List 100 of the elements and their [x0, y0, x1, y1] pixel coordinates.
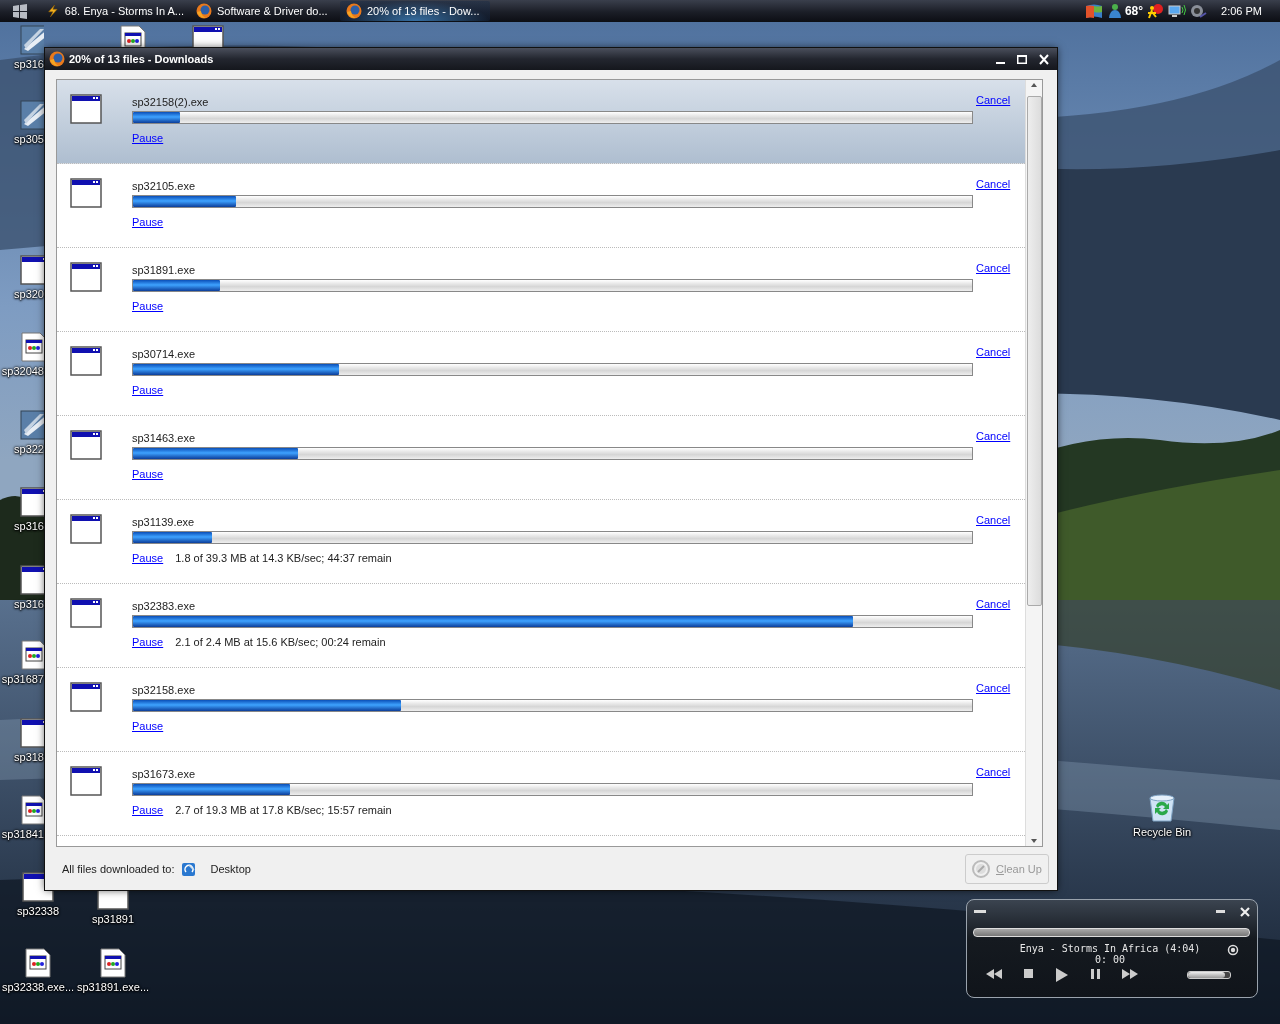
window-icon	[70, 430, 102, 460]
taskbar-button[interactable]: 68. Enya - Storms In A...	[40, 1, 190, 21]
icon-label: sp316	[14, 598, 44, 610]
download-item[interactable]: sp32105.exe Pause Cancel	[57, 164, 1025, 248]
icon-label: sp31891.exe...	[76, 981, 150, 993]
window-icon	[70, 682, 102, 712]
window-icon[interactable]	[20, 718, 44, 748]
browser-icon	[196, 3, 212, 19]
windows-logo-icon	[11, 3, 29, 19]
cancel-link[interactable]: Cancel	[976, 598, 1011, 610]
icon-label: sp322	[14, 443, 44, 455]
document-icon[interactable]	[20, 640, 44, 670]
icon-label: sp305	[14, 133, 44, 145]
play-button[interactable]	[1054, 967, 1070, 983]
file-name: sp32383.exe	[132, 600, 196, 614]
pause-link[interactable]: Pause	[132, 636, 164, 648]
pause-link[interactable]: Pause	[132, 468, 164, 480]
document-icon[interactable]	[24, 948, 52, 978]
file-name: sp31463.exe	[132, 432, 196, 446]
cancel-link[interactable]: Cancel	[976, 94, 1011, 106]
setup-icon[interactable]	[20, 410, 44, 440]
download-status: 2.7 of 19.3 MB at 17.8 KB/sec; 15:57 remain	[175, 804, 392, 816]
network-icon	[1167, 3, 1188, 19]
taskbar-button[interactable]: 20% of 13 files - Dow...	[340, 1, 490, 21]
cancel-link[interactable]: Cancel	[976, 514, 1011, 526]
clock-text: 2:06 PM	[1221, 5, 1262, 17]
close-button[interactable]	[1239, 906, 1251, 918]
flag-icon	[1084, 3, 1103, 19]
pause-link[interactable]: Pause	[132, 720, 164, 732]
taskbar-button[interactable]: Software & Driver do...	[190, 1, 340, 21]
download-item[interactable]: sp31463.exe Pause Cancel	[57, 416, 1025, 500]
window-title: 20% of 13 files - Downloads	[69, 53, 215, 65]
minimize-icon	[1215, 909, 1227, 915]
volume-slider[interactable]	[1187, 971, 1231, 979]
minimize-button[interactable]	[1215, 909, 1227, 915]
cancel-link[interactable]: Cancel	[976, 766, 1011, 778]
download-item[interactable]: sp32158(2).exe Pause Cancel	[57, 80, 1025, 164]
window-icon	[70, 346, 102, 376]
window-icon	[70, 766, 102, 796]
close-icon	[1239, 906, 1251, 918]
window-icon	[70, 514, 102, 544]
scroll-thumb[interactable]	[1026, 96, 1042, 606]
minimize-button[interactable]	[973, 909, 987, 915]
window-icon	[70, 94, 102, 124]
cancel-link[interactable]: Cancel	[976, 430, 1011, 442]
pause-link[interactable]: Pause	[132, 300, 164, 312]
file-name: sp32105.exe	[132, 180, 196, 194]
icon-label: sp31891	[91, 913, 135, 925]
pause-link[interactable]: Pause	[132, 552, 164, 564]
document-icon[interactable]	[20, 795, 44, 825]
pause-link[interactable]: Pause	[132, 384, 164, 396]
track-title: Enya - Storms In Africa (4:04)	[1019, 943, 1201, 954]
icon-label: sp320	[14, 288, 44, 300]
icon-label: sp316	[14, 520, 44, 532]
window-icon[interactable]	[20, 255, 44, 285]
download-item[interactable]: sp31891.exe Pause Cancel	[57, 248, 1025, 332]
cancel-link[interactable]: Cancel	[976, 682, 1011, 694]
setup-icon[interactable]	[20, 25, 44, 55]
icon-label: sp31841	[1, 828, 44, 840]
maximize-icon	[1017, 54, 1027, 64]
cancel-link[interactable]: Cancel	[976, 178, 1011, 190]
download-item[interactable]: sp32158.exe Pause Cancel	[57, 668, 1025, 752]
download-item[interactable]: sp30714.exe Pause Cancel	[57, 332, 1025, 416]
window-icon	[70, 598, 102, 628]
scrollbar[interactable]	[1025, 80, 1042, 846]
document-icon[interactable]	[99, 948, 127, 978]
browser-icon	[346, 3, 362, 19]
cancel-link[interactable]: Cancel	[976, 262, 1011, 274]
seek-bar[interactable]	[973, 928, 1250, 937]
close-icon	[1039, 53, 1049, 65]
pause-link[interactable]: Pause	[132, 132, 164, 144]
icon-label: sp32338	[16, 905, 60, 917]
play-icon	[1054, 967, 1070, 983]
icon-label: sp32338.exe...	[1, 981, 75, 993]
download-item[interactable]: sp32383.exe Pause 2.1 of 2.4 MB at 15.6 KB/sec; 00:24 remain Cancel	[57, 584, 1025, 668]
setup-icon[interactable]	[20, 100, 44, 130]
minimize-icon	[995, 62, 1005, 64]
document-icon[interactable]	[20, 332, 44, 362]
pause-link[interactable]: Pause	[132, 804, 164, 816]
recycle-bin-icon[interactable]	[1147, 793, 1177, 823]
minimize-icon	[973, 909, 987, 915]
download-item[interactable]: sp31139.exe Pause 1.8 of 39.3 MB at 14.3 KB/sec; 44:37 remain Cancel	[57, 500, 1025, 584]
window-icon	[70, 262, 102, 292]
cancel-link[interactable]: Cancel	[976, 346, 1011, 358]
window-icon[interactable]	[192, 25, 224, 48]
icon-label: Recycle Bin	[1132, 826, 1192, 838]
pause-link[interactable]: Pause	[132, 216, 164, 228]
file-name: sp31139.exe	[132, 516, 196, 530]
no-sign-icon	[972, 859, 990, 878]
window-icon	[70, 178, 102, 208]
file-name: sp32158.exe	[132, 684, 196, 698]
file-name: sp31891.exe	[132, 264, 196, 278]
window-icon[interactable]	[20, 487, 44, 517]
document-icon[interactable]	[119, 25, 147, 48]
elapsed-time: 0: 00	[1094, 954, 1126, 965]
file-name: sp31673.exe	[132, 768, 196, 782]
file-name: sp30714.exe	[132, 348, 196, 362]
window-icon[interactable]	[20, 565, 44, 595]
download-item[interactable]: sp31673.exe Pause 2.7 of 19.3 MB at 17.8 KB/sec; 15:57 remain Cancel	[57, 752, 1025, 836]
icon-label: sp31687	[1, 673, 44, 685]
